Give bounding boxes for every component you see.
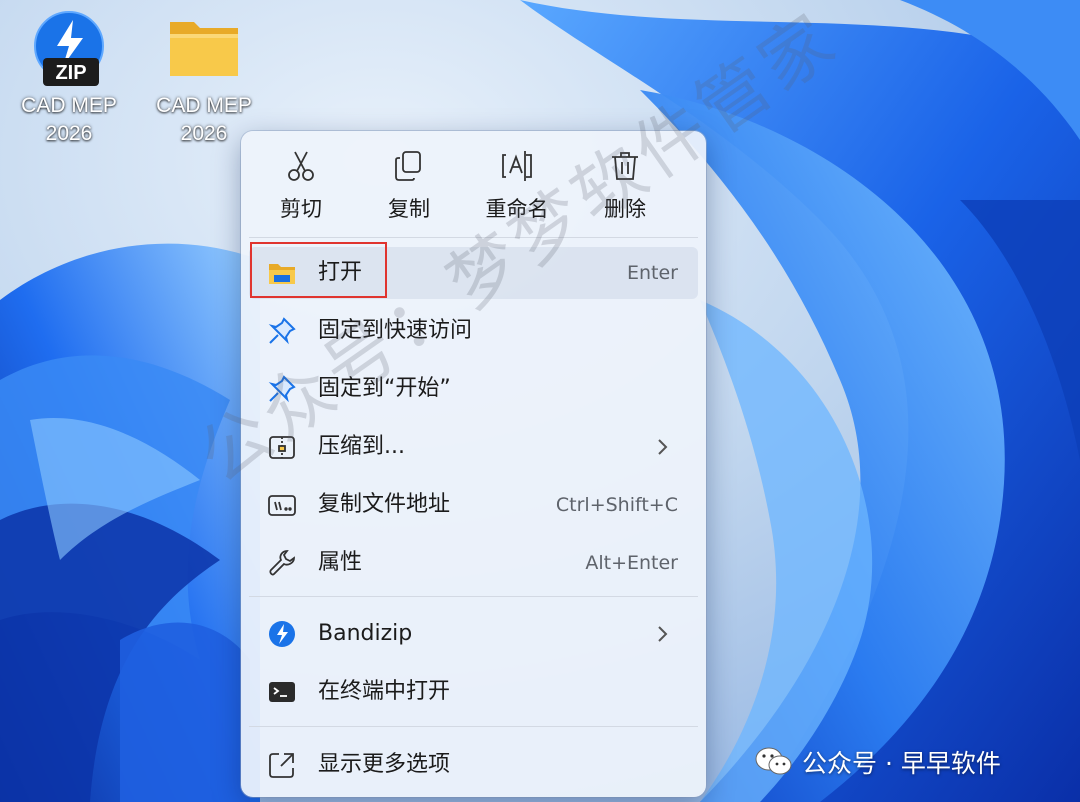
menu-item-shortcut: Enter bbox=[627, 262, 678, 284]
menu-item-label: 压缩到... bbox=[318, 434, 405, 459]
quick-actions-bar: 剪切 复制 重命名 删除 bbox=[241, 131, 706, 237]
menu-item-open-in-terminal[interactable]: 在终端中打开 bbox=[249, 666, 698, 718]
more-options-icon bbox=[267, 750, 297, 780]
scissors-icon bbox=[284, 149, 318, 183]
menu-item-open[interactable]: 打开 Enter bbox=[249, 247, 698, 299]
menu-item-label: 固定到快速访问 bbox=[318, 318, 473, 343]
chevron-right-icon bbox=[656, 624, 670, 644]
context-menu: 剪切 复制 重命名 删除 打开 Enter 固定到快速访问 固定到“开始” 压缩… bbox=[241, 131, 706, 797]
desktop-icon-label: CAD MEP 2026 bbox=[21, 94, 117, 145]
menu-item-label: 打开 bbox=[318, 260, 363, 285]
menu-item-pin-quick-access[interactable]: 固定到快速访问 bbox=[249, 305, 698, 357]
copy-label: 复制 bbox=[388, 197, 430, 221]
rename-label: 重命名 bbox=[485, 197, 549, 221]
folder-open-icon bbox=[267, 258, 297, 288]
rename-icon bbox=[500, 149, 534, 183]
divider bbox=[249, 726, 698, 727]
delete-button[interactable]: 删除 bbox=[571, 145, 679, 229]
bandizip-icon bbox=[267, 619, 297, 649]
menu-item-properties[interactable]: 属性 Alt+Enter bbox=[249, 537, 698, 589]
zip-archive-icon: ZIP bbox=[29, 8, 109, 88]
cut-button[interactable]: 剪切 bbox=[247, 145, 355, 229]
menu-item-label: 固定到“开始” bbox=[318, 376, 451, 401]
menu-item-shortcut: Alt+Enter bbox=[585, 552, 678, 574]
menu-item-shortcut: Ctrl+Shift+C bbox=[555, 494, 678, 516]
menu-item-pin-start[interactable]: 固定到“开始” bbox=[249, 363, 698, 415]
menu-item-show-more-options[interactable]: 显示更多选项 bbox=[249, 739, 698, 791]
divider bbox=[249, 237, 698, 238]
pin-icon bbox=[267, 374, 297, 404]
menu-item-label: 复制文件地址 bbox=[318, 492, 451, 517]
pin-icon bbox=[267, 316, 297, 346]
chevron-right-icon bbox=[656, 437, 670, 457]
menu-item-label: 在终端中打开 bbox=[318, 679, 451, 704]
cut-label: 剪切 bbox=[280, 197, 322, 221]
trash-icon bbox=[608, 149, 642, 183]
desktop-icon-zip-archive[interactable]: ZIP CAD MEP 2026 bbox=[9, 8, 129, 148]
copy-button[interactable]: 复制 bbox=[355, 145, 463, 229]
menu-item-label: 属性 bbox=[318, 550, 363, 575]
copy-path-icon bbox=[267, 490, 297, 520]
menu-item-label: Bandizip bbox=[318, 621, 413, 646]
rename-button[interactable]: 重命名 bbox=[463, 145, 571, 229]
menu-item-bandizip[interactable]: Bandizip bbox=[249, 608, 698, 660]
zip-badge: ZIP bbox=[55, 62, 86, 84]
folder-icon bbox=[164, 8, 244, 88]
desktop: ZIP CAD MEP 2026 CAD MEP 2026 剪切 复制 重命名 … bbox=[0, 0, 1080, 802]
menu-item-compress-to[interactable]: 压缩到... bbox=[249, 421, 698, 473]
menu-item-copy-path[interactable]: 复制文件地址 Ctrl+Shift+C bbox=[249, 479, 698, 531]
menu-item-label: 显示更多选项 bbox=[318, 752, 451, 777]
terminal-icon bbox=[267, 677, 297, 707]
divider bbox=[249, 596, 698, 597]
wrench-icon bbox=[267, 548, 297, 578]
desktop-icon-folder[interactable]: CAD MEP 2026 bbox=[144, 8, 264, 148]
zip-archive-icon bbox=[267, 432, 297, 462]
delete-label: 删除 bbox=[604, 197, 646, 221]
copy-icon bbox=[392, 149, 426, 183]
